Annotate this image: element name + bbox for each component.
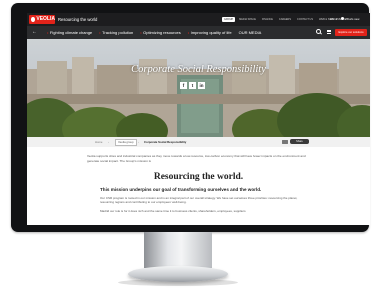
logo-mark-icon [31,17,36,22]
breadcrumb-separator: › [138,139,139,144]
nav-item-label: Optimizing resources [143,30,181,35]
bullet-icon: • [187,30,190,35]
top-link-media[interactable]: MEDIA SPACE [237,17,258,22]
whats-new-link[interactable]: What's new [341,17,359,21]
back-arrow-icon[interactable]: ← [32,29,37,36]
monitor: VEOLIA Resourcing the world GROUP MEDIA … [11,3,370,232]
bell-icon [341,17,344,21]
tagline: Resourcing the world [58,17,98,22]
nav-item-media[interactable]: OUR MEDIA [239,30,262,35]
breadcrumb-group[interactable]: Veolia group [115,139,137,146]
breadcrumb-current: Corporate Social Responsibility [144,139,187,144]
chevron-down-icon: ▾ [336,16,338,21]
logo-text: VEOLIA [36,16,55,22]
explore-solutions-button[interactable]: Explore our solutions [335,29,367,36]
bullet-icon: • [140,30,142,35]
top-link-finance[interactable]: FINANCE [260,17,275,22]
nav-item-label: Tracking pollution [102,30,134,35]
breadcrumb: Home › Veolia group › Corporate Social R… [27,137,370,147]
top-links: GROUP MEDIA SPACE FINANCE CAREERS CONTAC… [222,17,348,22]
nav-item-resources[interactable]: • Optimizing resources [140,30,180,35]
nav-items: • Fighting climate change • Tracking pollu… [47,26,261,39]
nav-item-climate[interactable]: • Fighting climate change [47,30,92,35]
top-link-group[interactable]: GROUP [222,17,236,22]
bullet-icon: • [47,30,49,35]
nav-item-quality[interactable]: • Improving quality of life [188,30,232,35]
whats-new-label: What's new [345,16,360,21]
veolia-logo[interactable]: VEOLIA [29,15,55,24]
top-link-careers[interactable]: CAREERS [277,17,293,22]
language-selector[interactable]: EN [330,17,334,21]
body-paragraph: Our CSR program is rooted in our mission… [100,196,298,205]
main-content: Veolia supports cities and industrial co… [27,147,370,225]
print-icon[interactable] [282,139,288,144]
body-paragraph: Madrid our role is for it does nich and … [100,209,246,213]
search-icon-handle [320,32,322,35]
monitor-base [128,266,228,282]
share-button[interactable]: Share [290,139,309,144]
nav-item-label: Fighting climate change [49,30,93,35]
hero-banner: Corporate Social Responsibility f t in [27,39,370,137]
section-subheading: This mission underpins our goal of trans… [100,187,262,192]
social-share: f t in [180,82,205,89]
intro-paragraph: Veolia supports cities and industrial co… [87,154,306,163]
section-headline: Resourcing the world. [153,172,244,182]
browser-screen: VEOLIA Resourcing the world GROUP MEDIA … [27,13,370,225]
page-title: Corporate Social Responsibility [131,64,266,75]
twitter-icon[interactable]: t [189,82,196,89]
top-bar: VEOLIA Resourcing the world GROUP MEDIA … [27,13,370,26]
facebook-icon[interactable]: f [180,82,187,89]
breadcrumb-home[interactable]: Home [95,140,102,144]
nav-item-label: Improving quality of life [190,30,232,35]
top-link-contact[interactable]: CONTACT US [295,17,315,22]
monitor-stand [144,232,212,268]
linkedin-icon[interactable]: in [198,82,205,89]
breadcrumb-separator: › [108,139,109,144]
main-nav: ← • Fighting climate change • Tracking pol… [27,26,370,39]
bullet-icon: • [99,30,101,35]
menu-icon[interactable] [327,29,331,35]
nav-item-pollution[interactable]: • Tracking pollution [99,30,133,35]
nav-item-label: OUR MEDIA [238,30,262,35]
